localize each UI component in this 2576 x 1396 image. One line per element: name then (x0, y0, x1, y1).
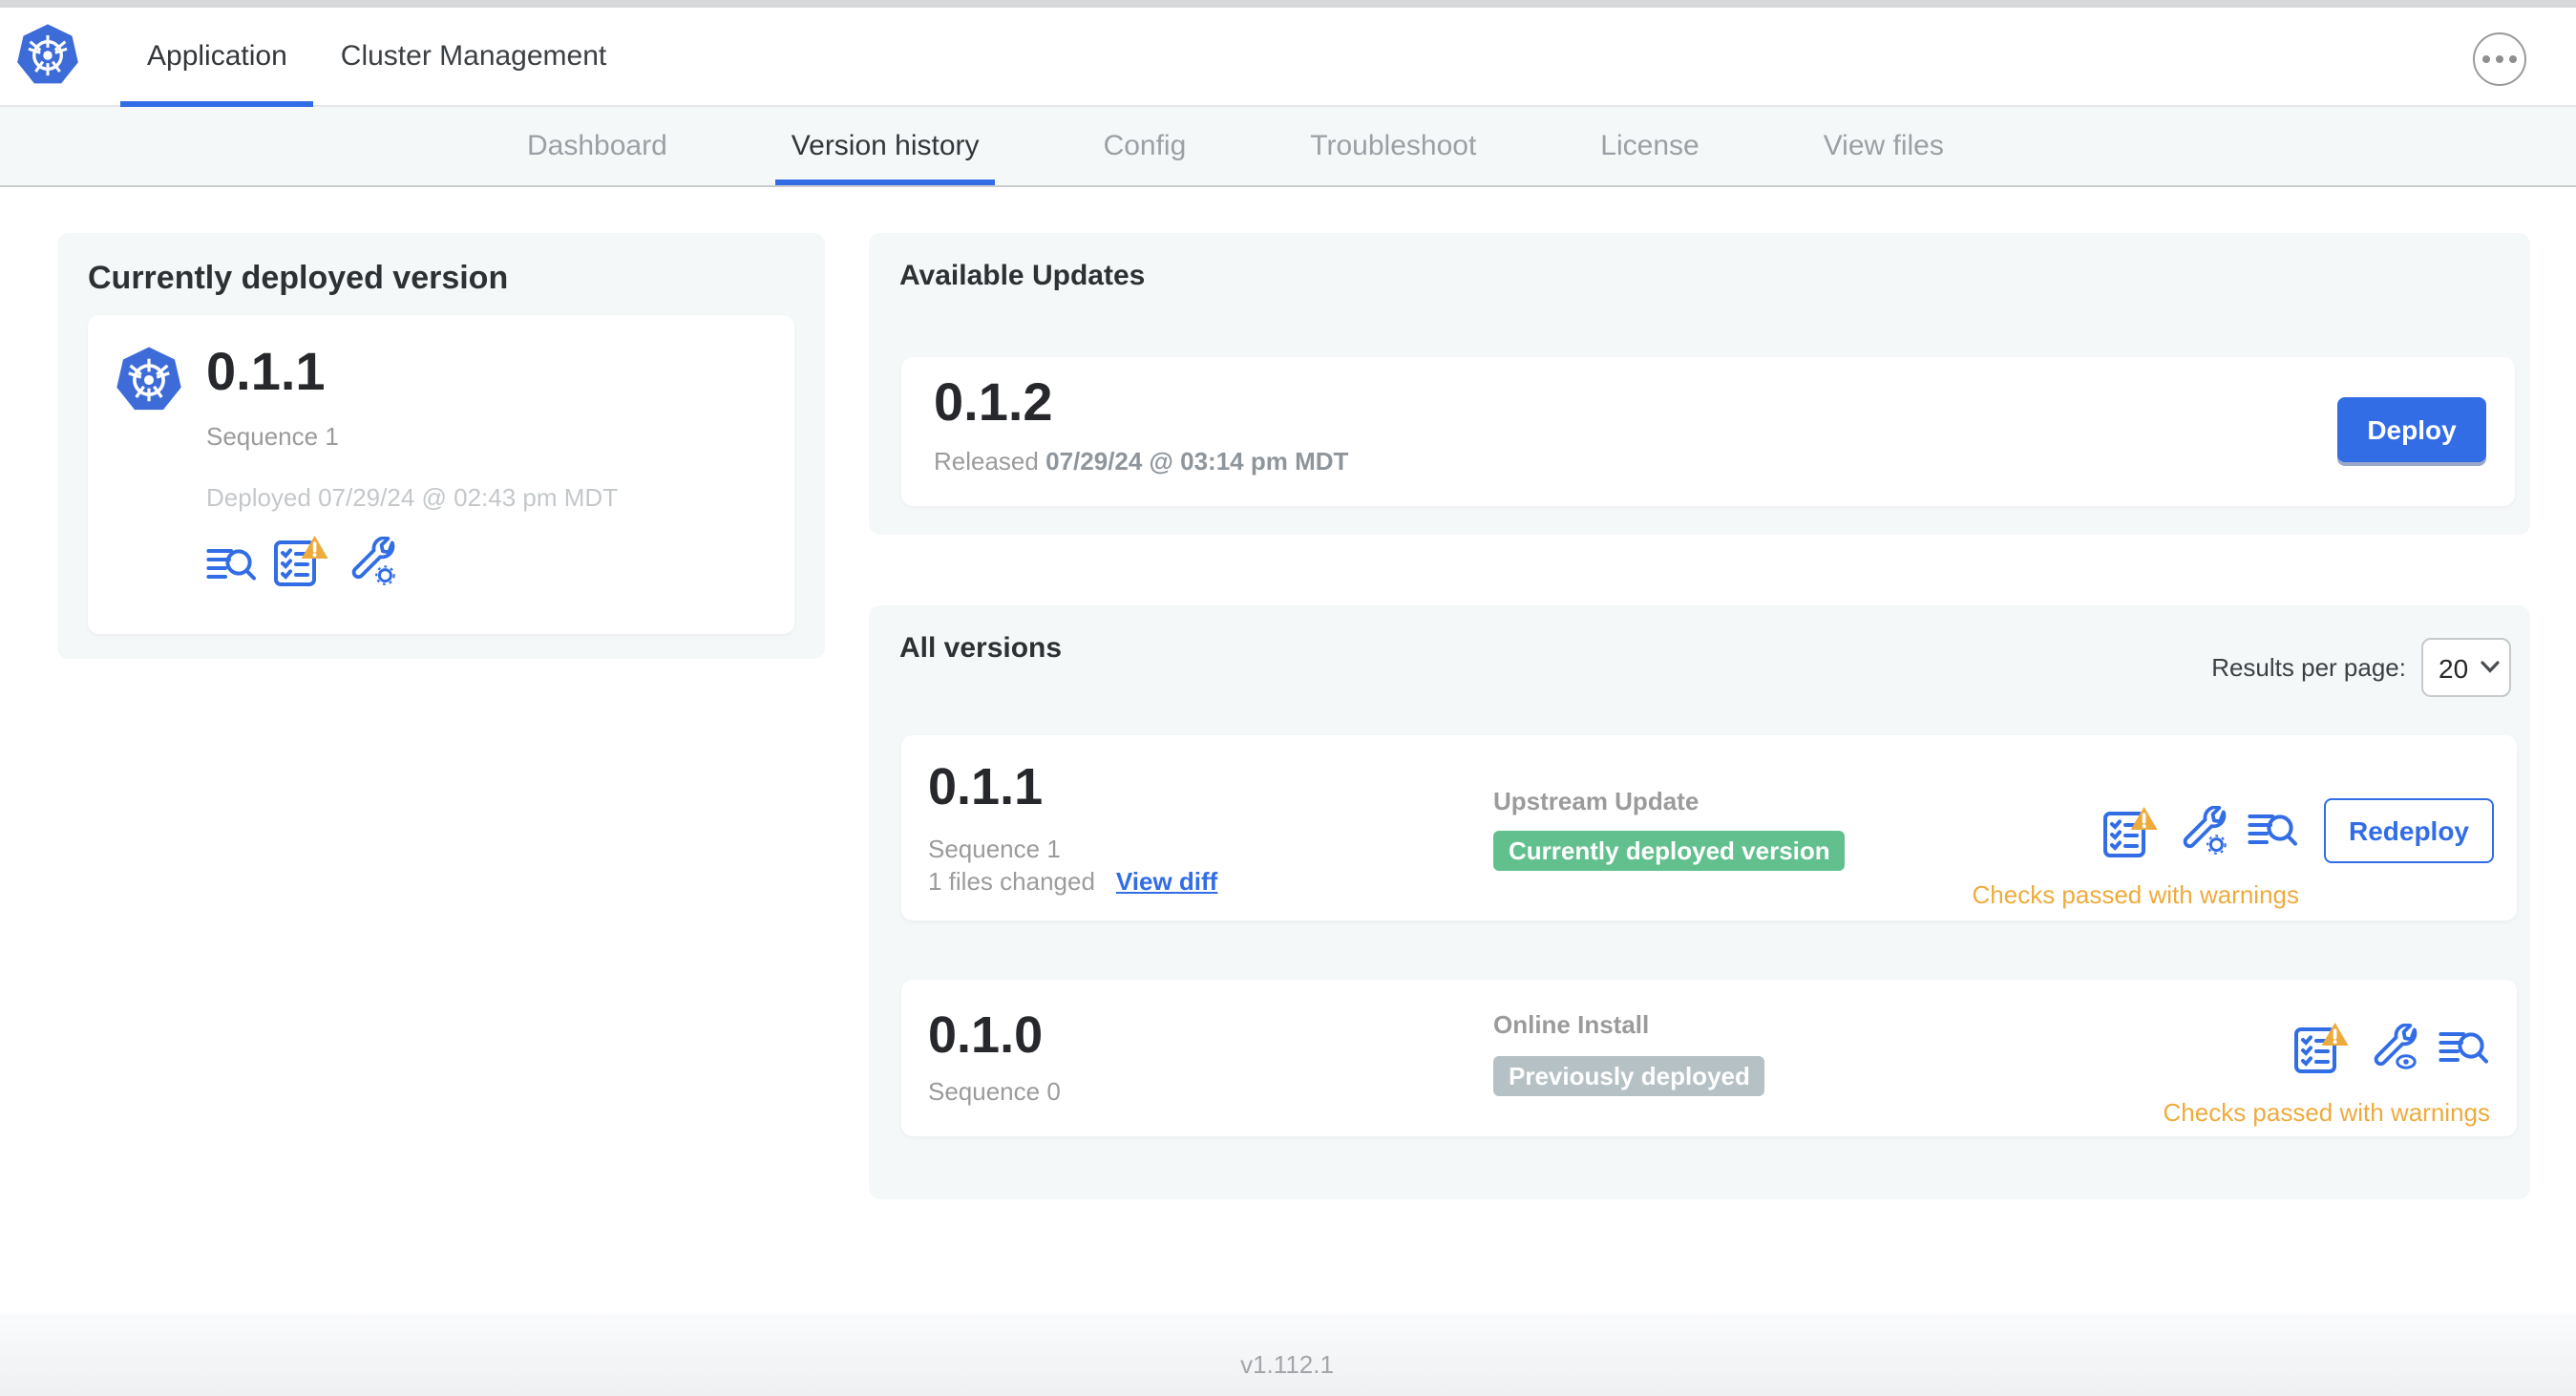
section-nav: Dashboard Version history Config Trouble… (0, 107, 2576, 187)
kubernetes-app-icon (115, 345, 183, 412)
all-versions-section: All versions Results per page: 20 0.1.1 … (869, 605, 2530, 1199)
current-version-number: 0.1.1 (206, 342, 326, 401)
currently-deployed-title: Currently deployed version (88, 260, 509, 296)
previously-deployed-badge: Previously deployed (1493, 1056, 1765, 1096)
row-action-icons: Redeploy (2102, 798, 2494, 863)
redeploy-button[interactable]: Redeploy (2324, 798, 2494, 863)
app-viewport: Application Cluster Management Dashboard… (0, 0, 2576, 1396)
app-header: Application Cluster Management (0, 8, 2576, 107)
preflight-status-text: Checks passed with warnings (2163, 1098, 2491, 1127)
tab-version-history[interactable]: Version history (775, 107, 996, 185)
results-per-page-select[interactable]: 20 (2421, 638, 2511, 697)
tab-config[interactable]: Config (1104, 107, 1187, 185)
tab-troubleshoot[interactable]: Troubleshoot (1310, 107, 1476, 185)
row-version-number: 0.1.0 (928, 1006, 1044, 1064)
available-update-card: 0.1.2 Released 07/29/24 @ 03:14 pm MDT D… (901, 357, 2515, 506)
logs-icon[interactable] (2439, 1026, 2488, 1068)
tab-view-files[interactable]: View files (1824, 107, 1944, 185)
currently-deployed-section: Currently deployed version 0.1.1 Sequenc… (57, 233, 825, 659)
tab-dashboard[interactable]: Dashboard (527, 107, 667, 185)
row-files-changed: 1 files changed View diff (928, 867, 1218, 896)
all-versions-title: All versions (899, 632, 1063, 665)
config-wrench-gear-icon[interactable] (2179, 806, 2228, 856)
update-version-number: 0.1.2 (934, 372, 1053, 432)
update-released-timestamp: Released 07/29/24 @ 03:14 pm MDT (934, 447, 1349, 476)
tab-license[interactable]: License (1600, 107, 1699, 185)
tab-application-label: Application (147, 40, 287, 73)
preflight-checklist-warning-icon[interactable] (273, 535, 330, 586)
row-sequence: Sequence 1 (928, 835, 1061, 863)
tab-cluster-management-label: Cluster Management (340, 40, 607, 73)
currently-deployed-badge: Currently deployed version (1493, 831, 1846, 871)
app-level-tabs: Application Cluster Management (120, 8, 633, 107)
config-wrench-icon[interactable] (348, 537, 397, 586)
view-diff-link[interactable]: View diff (1116, 867, 1217, 896)
ellipsis-icon (2481, 54, 2491, 64)
current-version-deployed-timestamp: Deployed 07/29/24 @ 02:43 pm MDT (206, 483, 619, 512)
current-version-actions (206, 535, 618, 586)
row-action-icons (2293, 1022, 2488, 1073)
console-version: v1.112.1 (1240, 1350, 1334, 1379)
overflow-menu-button[interactable] (2473, 32, 2526, 86)
deploy-button[interactable]: Deploy (2337, 397, 2486, 462)
preflight-status-text: Checks passed with warnings (1972, 880, 2300, 909)
version-row-0-1-0: 0.1.0 Sequence 0 Online Install Previous… (901, 980, 2517, 1136)
tab-application[interactable]: Application (120, 8, 315, 107)
config-wrench-view-icon[interactable] (2370, 1023, 2419, 1072)
results-per-page-label: Results per page: (2211, 653, 2406, 682)
currently-deployed-card: 0.1.1 Sequence 1 Deployed 07/29/24 @ 02:… (88, 315, 794, 634)
kubernetes-logo-icon (15, 21, 80, 90)
row-source-label: Online Install (1493, 1010, 1650, 1039)
tab-cluster-management[interactable]: Cluster Management (314, 8, 633, 105)
version-row-0-1-1: 0.1.1 Sequence 1 1 files changed View dif… (901, 735, 2517, 920)
row-source-label: Upstream Update (1493, 787, 1700, 815)
row-version-number: 0.1.1 (928, 758, 1044, 815)
current-version-sequence: Sequence 1 (206, 422, 339, 451)
window-top-edge (0, 0, 2576, 8)
preflight-checklist-warning-icon[interactable] (2102, 805, 2160, 857)
logs-icon[interactable] (2248, 810, 2297, 852)
logs-icon[interactable] (206, 544, 256, 586)
available-updates-section: Available Updates 0.1.2 Released 07/29/2… (869, 233, 2530, 535)
results-per-page: Results per page: 20 (2211, 638, 2511, 697)
row-sequence: Sequence 0 (928, 1077, 1061, 1106)
app-footer: v1.112.1 (0, 1314, 2576, 1396)
preflight-checklist-warning-icon[interactable] (2293, 1022, 2351, 1073)
available-updates-title: Available Updates (899, 260, 1146, 292)
